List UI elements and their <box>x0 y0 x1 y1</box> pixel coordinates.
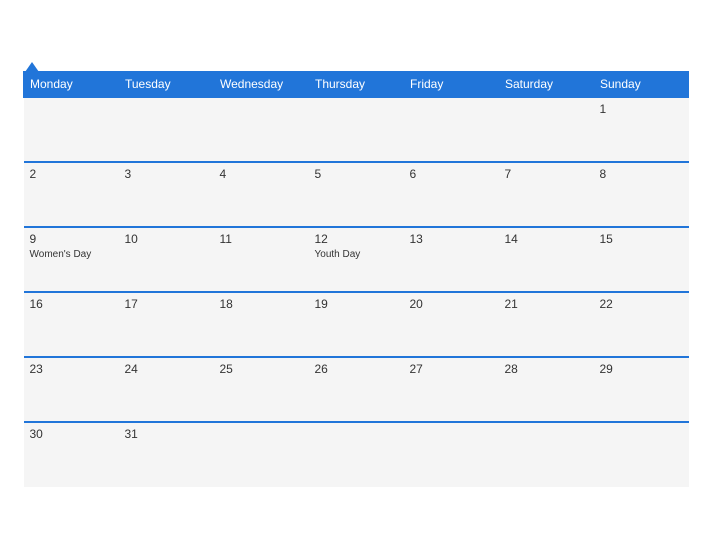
calendar-day-cell: 28 <box>499 357 594 422</box>
day-number: 12 <box>315 232 398 246</box>
calendar-day-cell: 24 <box>119 357 214 422</box>
calendar-day-cell <box>309 97 404 162</box>
calendar-day-cell: 13 <box>404 227 499 292</box>
day-event: Women's Day <box>30 248 113 261</box>
day-number: 2 <box>30 167 113 181</box>
weekday-header-friday: Friday <box>404 72 499 98</box>
day-number: 18 <box>220 297 303 311</box>
calendar-day-cell: 4 <box>214 162 309 227</box>
calendar-day-cell <box>214 422 309 487</box>
calendar-day-cell: 20 <box>404 292 499 357</box>
day-number: 21 <box>505 297 588 311</box>
logo-triangle-icon <box>25 62 39 72</box>
day-number: 17 <box>125 297 208 311</box>
weekday-header-monday: Monday <box>24 72 119 98</box>
calendar-day-cell <box>404 422 499 487</box>
calendar-day-cell: 15 <box>594 227 689 292</box>
day-number: 25 <box>220 362 303 376</box>
calendar-day-cell: 3 <box>119 162 214 227</box>
day-number: 11 <box>220 232 303 246</box>
day-number: 14 <box>505 232 588 246</box>
calendar-day-cell: 7 <box>499 162 594 227</box>
calendar-day-cell <box>499 422 594 487</box>
calendar-week-row: 2345678 <box>24 162 689 227</box>
day-number: 9 <box>30 232 113 246</box>
weekday-header-thursday: Thursday <box>309 72 404 98</box>
calendar-day-cell: 17 <box>119 292 214 357</box>
calendar-day-cell: 18 <box>214 292 309 357</box>
day-number: 31 <box>125 427 208 441</box>
day-number: 23 <box>30 362 113 376</box>
calendar-day-cell <box>214 97 309 162</box>
weekday-header-sunday: Sunday <box>594 72 689 98</box>
weekday-header-saturday: Saturday <box>499 72 594 98</box>
day-number: 16 <box>30 297 113 311</box>
calendar-week-row: 23 24 25 26 27 28 29 <box>24 357 689 422</box>
calendar-day-cell: 23 <box>24 357 119 422</box>
day-number: 22 <box>600 297 683 311</box>
calendar-table: MondayTuesdayWednesdayThursdayFridaySatu… <box>23 71 689 487</box>
calendar-day-cell: 1 <box>594 97 689 162</box>
day-number: 10 <box>125 232 208 246</box>
calendar-day-cell: 8 <box>594 162 689 227</box>
calendar-day-cell: 29 <box>594 357 689 422</box>
calendar-day-cell <box>594 422 689 487</box>
calendar-day-cell <box>404 97 499 162</box>
day-event: Youth Day <box>315 248 398 261</box>
calendar-day-cell: 25 <box>214 357 309 422</box>
calendar-day-cell: 19 <box>309 292 404 357</box>
calendar-day-cell: 26 <box>309 357 404 422</box>
calendar-day-cell: 9 Women's Day <box>24 227 119 292</box>
day-number: 6 <box>410 167 493 181</box>
calendar-container: MondayTuesdayWednesdayThursdayFridaySatu… <box>11 53 701 497</box>
calendar-day-cell: 5 <box>309 162 404 227</box>
logo <box>23 63 39 73</box>
calendar-day-cell: 27 <box>404 357 499 422</box>
day-number: 20 <box>410 297 493 311</box>
calendar-week-row: 1 <box>24 97 689 162</box>
calendar-day-cell: 30 <box>24 422 119 487</box>
day-number: 1 <box>600 102 683 116</box>
day-number: 28 <box>505 362 588 376</box>
day-number: 15 <box>600 232 683 246</box>
calendar-day-cell: 21 <box>499 292 594 357</box>
calendar-day-cell <box>499 97 594 162</box>
calendar-day-cell: 10 <box>119 227 214 292</box>
day-number: 29 <box>600 362 683 376</box>
day-number: 3 <box>125 167 208 181</box>
day-number: 8 <box>600 167 683 181</box>
calendar-week-row: 16 17 18 19 20 21 22 <box>24 292 689 357</box>
calendar-day-cell: 6 <box>404 162 499 227</box>
day-number: 4 <box>220 167 303 181</box>
day-number: 13 <box>410 232 493 246</box>
weekday-header-row: MondayTuesdayWednesdayThursdayFridaySatu… <box>24 72 689 98</box>
day-number: 26 <box>315 362 398 376</box>
calendar-day-cell: 12 Youth Day <box>309 227 404 292</box>
calendar-day-cell: 31 <box>119 422 214 487</box>
day-number: 7 <box>505 167 588 181</box>
day-number: 5 <box>315 167 398 181</box>
calendar-day-cell: 16 <box>24 292 119 357</box>
calendar-day-cell <box>309 422 404 487</box>
weekday-header-tuesday: Tuesday <box>119 72 214 98</box>
day-number: 24 <box>125 362 208 376</box>
calendar-day-cell: 11 <box>214 227 309 292</box>
calendar-day-cell: 14 <box>499 227 594 292</box>
day-number: 30 <box>30 427 113 441</box>
calendar-day-cell: 22 <box>594 292 689 357</box>
calendar-day-cell <box>24 97 119 162</box>
day-number: 27 <box>410 362 493 376</box>
day-number: 19 <box>315 297 398 311</box>
calendar-day-cell: 2 <box>24 162 119 227</box>
calendar-day-cell <box>119 97 214 162</box>
calendar-week-row: 30 31 <box>24 422 689 487</box>
calendar-week-row: 9 Women's Day 10 11 12 Youth Day 13 14 15 <box>24 227 689 292</box>
weekday-header-wednesday: Wednesday <box>214 72 309 98</box>
